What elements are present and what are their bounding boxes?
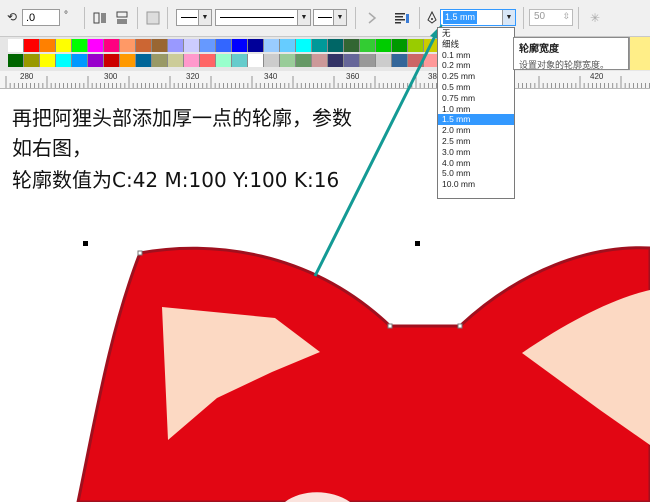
dropdown-item[interactable]: 3.0 mm xyxy=(438,147,514,158)
instruction-line-1: 再把阿狸头部添加厚一点的轮廓，参数 xyxy=(12,106,352,130)
node-handle[interactable] xyxy=(137,250,143,256)
dropdown-item[interactable]: 0.1 mm xyxy=(438,50,514,61)
tooltip-description: 设置对象的轮廓宽度。 xyxy=(519,60,610,70)
node-handle[interactable] xyxy=(457,323,463,329)
outline-width-tooltip: 轮廓宽度 设置对象的轮廓宽度。 xyxy=(513,37,629,70)
dropdown-item[interactable]: 0.75 mm xyxy=(438,93,514,104)
selection-handle[interactable] xyxy=(83,241,88,246)
dropdown-item[interactable]: 2.5 mm xyxy=(438,136,514,147)
dropdown-item[interactable]: 细线 xyxy=(438,39,514,50)
node-handle[interactable] xyxy=(387,323,393,329)
outline-width-dropdown[interactable]: 无 细线 0.1 mm 0.2 mm 0.25 mm 0.5 mm 0.75 m… xyxy=(437,27,515,199)
dropdown-item[interactable]: 0.5 mm xyxy=(438,82,514,93)
pointer-arrow-line xyxy=(313,31,439,277)
instruction-line-3: 轮廓数值为C:42 M:100 Y:100 K:16 xyxy=(12,168,340,192)
palette-swatch[interactable] xyxy=(629,37,650,70)
instruction-line-2: 如右图， xyxy=(12,136,92,160)
canvas-drawing xyxy=(76,24,650,502)
dropdown-item[interactable]: 0.2 mm xyxy=(438,60,514,71)
dropdown-item[interactable]: 无 xyxy=(438,28,514,39)
dropdown-item[interactable]: 0.25 mm xyxy=(438,71,514,82)
dropdown-item-selected[interactable]: 1.5 mm xyxy=(438,114,514,126)
tooltip-title: 轮廓宽度 xyxy=(519,44,559,55)
dropdown-item[interactable]: 4.0 mm xyxy=(438,158,514,169)
dropdown-item[interactable]: 5.0 mm xyxy=(438,168,514,179)
dropdown-item[interactable]: 1.0 mm xyxy=(438,104,514,115)
dropdown-item[interactable]: 10.0 mm xyxy=(438,179,514,190)
selection-handle[interactable] xyxy=(415,241,420,246)
dropdown-item[interactable]: 2.0 mm xyxy=(438,125,514,136)
